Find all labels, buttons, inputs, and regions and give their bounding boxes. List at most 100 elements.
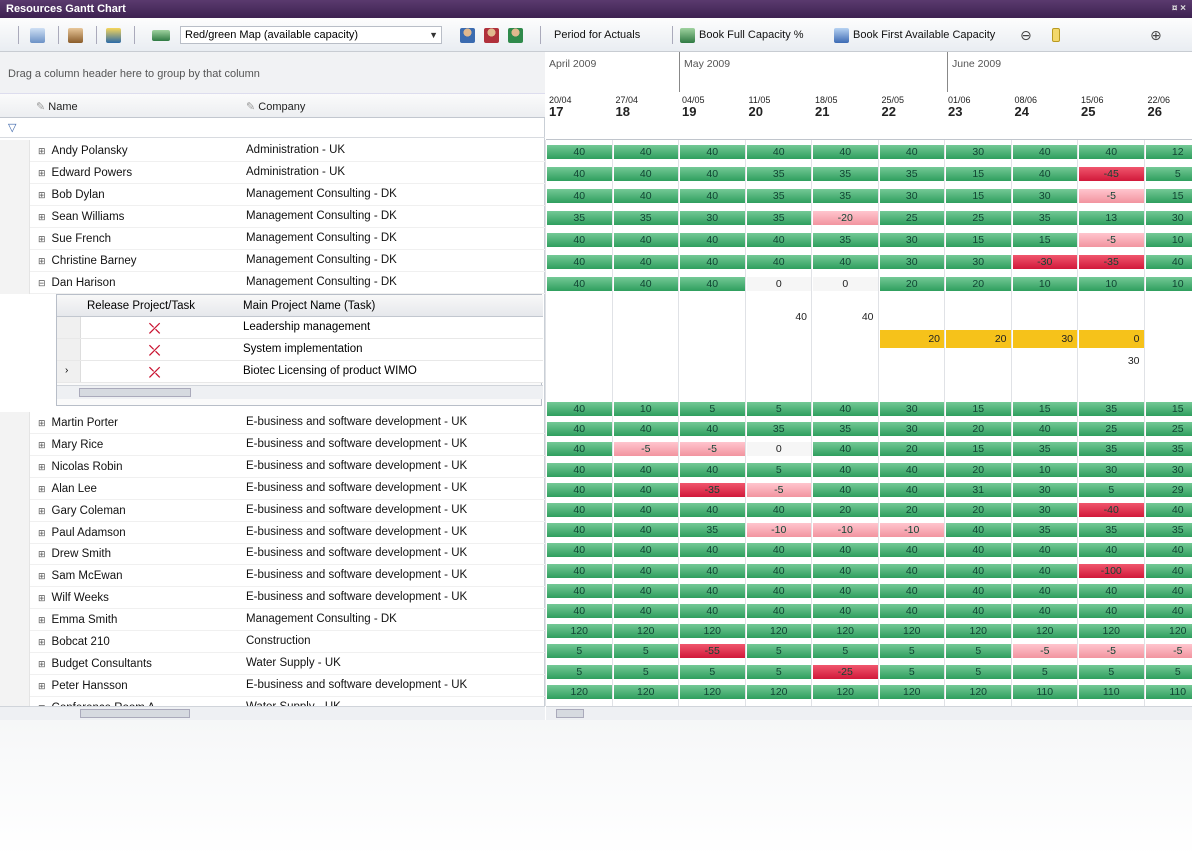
capacity-cell[interactable]: -10 [813, 523, 878, 538]
capacity-cell[interactable]: 35 [1012, 211, 1077, 225]
remove-task-icon[interactable]: ⤫ [149, 320, 165, 336]
capacity-cell[interactable]: 120 [813, 684, 878, 699]
capacity-cell[interactable]: 5 [746, 402, 811, 416]
capacity-cell[interactable]: 40 [680, 233, 745, 247]
capacity-cell[interactable]: 25 [1145, 422, 1192, 437]
capacity-cell[interactable]: 40 [813, 442, 878, 457]
expand-icon[interactable]: ⊞ [38, 549, 46, 559]
resource-row[interactable]: ⊞ Budget Consultants Water Supply - UK [0, 652, 545, 675]
capacity-cell[interactable]: 40 [879, 482, 944, 497]
capacity-cell[interactable]: 40 [547, 233, 612, 247]
capacity-cell[interactable]: 40 [613, 503, 678, 517]
week-column-header[interactable]: 27/04 18 [613, 96, 679, 119]
capacity-cell[interactable]: -5 [1012, 644, 1077, 659]
expand-icon[interactable]: ⊞ [38, 146, 46, 156]
capacity-cell[interactable]: 30 [1012, 503, 1077, 517]
capacity-cell[interactable]: 15 [946, 233, 1011, 247]
capacity-cell[interactable]: 35 [746, 167, 811, 181]
capacity-cell[interactable]: 40 [746, 583, 811, 598]
capacity-cell[interactable]: 30 [879, 402, 944, 416]
capacity-cell[interactable]: 40 [813, 563, 878, 578]
capacity-cell[interactable]: 30 [946, 255, 1011, 269]
capacity-cell[interactable]: -55 [680, 644, 745, 659]
expand-icon[interactable]: ⊞ [38, 212, 46, 222]
capacity-cell[interactable]: 35 [547, 211, 612, 225]
capacity-cell[interactable]: 40 [613, 563, 678, 578]
capacity-cell[interactable]: 15 [946, 442, 1011, 457]
scrollbar-thumb[interactable] [79, 388, 191, 397]
subgrid-scrollbar[interactable] [57, 385, 543, 399]
capacity-cell[interactable]: 40 [813, 583, 878, 598]
window-controls[interactable]: ¤ × [1172, 0, 1186, 18]
capacity-cell[interactable]: 40 [1079, 145, 1144, 159]
resource-row[interactable]: ⊞ Emma Smith Management Consulting - DK [0, 609, 545, 632]
resource-row[interactable]: ⊞ Martin Porter E-business and software de… [0, 412, 545, 434]
capacity-cell[interactable]: 120 [946, 684, 1011, 699]
capacity-cell[interactable]: -5 [1079, 233, 1144, 247]
capacity-cell[interactable]: 40 [879, 145, 944, 159]
person-blue-button[interactable] [460, 25, 479, 45]
capacity-cell[interactable]: 110 [1145, 684, 1192, 699]
capacity-cell[interactable]: 40 [1012, 563, 1077, 578]
zoom-out-button[interactable]: ⊖ [1020, 25, 1032, 45]
capacity-cell[interactable]: 40 [547, 277, 612, 291]
resource-row[interactable]: ⊞ Nicolas Robin E-business and software de… [0, 455, 545, 478]
capacity-cell[interactable]: 40 [1012, 422, 1077, 437]
capacity-cell[interactable]: 5 [879, 644, 944, 659]
capacity-cell[interactable]: 40 [746, 255, 811, 269]
capacity-cell[interactable]: 40 [547, 503, 612, 517]
expand-icon[interactable]: ⊞ [38, 234, 46, 244]
capacity-cell[interactable]: 40 [547, 583, 612, 598]
capacity-cell[interactable]: 15 [1145, 189, 1192, 203]
capacity-cell[interactable]: 35 [1012, 523, 1077, 538]
capacity-cell[interactable]: 40 [613, 604, 678, 618]
capacity-cell[interactable]: 40 [547, 442, 612, 457]
capacity-cell[interactable]: 40 [946, 604, 1011, 618]
capacity-cell[interactable]: -35 [680, 482, 745, 497]
capacity-cell[interactable]: 40 [813, 462, 878, 477]
capacity-cell[interactable]: 35 [1079, 402, 1144, 416]
company-column-header[interactable]: ✎ Company [246, 100, 305, 113]
expand-icon[interactable]: ⊞ [38, 659, 46, 669]
capacity-cell[interactable]: 31 [946, 482, 1011, 497]
capacity-cell[interactable]: 120 [1079, 624, 1144, 639]
capacity-cell[interactable]: 30 [1145, 462, 1192, 477]
capacity-cell[interactable]: 40 [813, 145, 878, 159]
capacity-cell[interactable]: 35 [1012, 442, 1077, 457]
capacity-cell[interactable]: 5 [547, 644, 612, 659]
capacity-cell[interactable]: 12 [1145, 145, 1192, 159]
capacity-cell[interactable]: 35 [1079, 523, 1144, 538]
resource-row[interactable]: ⊞ Wilf Weeks E-business and software devel… [0, 587, 545, 610]
main-project-header[interactable]: Main Project Name (Task) [243, 300, 375, 312]
capacity-cell[interactable]: 40 [613, 523, 678, 538]
capacity-cell[interactable]: -10 [879, 523, 944, 538]
task-booking-cell[interactable]: 20 [879, 330, 944, 348]
capacity-cell[interactable]: 40 [547, 543, 612, 558]
capacity-cell[interactable]: 40 [746, 543, 811, 558]
capacity-cell[interactable]: 40 [680, 167, 745, 181]
capacity-cell[interactable]: 15 [946, 402, 1011, 416]
capacity-cell[interactable]: 40 [879, 583, 944, 598]
capacity-cell[interactable]: 120 [1145, 624, 1192, 639]
capacity-cell[interactable]: 40 [946, 563, 1011, 578]
capacity-cell[interactable]: 5 [613, 644, 678, 659]
capacity-cell[interactable]: 5 [613, 664, 678, 679]
capacity-cell[interactable]: 29 [1145, 482, 1192, 497]
map-select[interactable]: Red/green Map (available capacity) ▼ [180, 26, 442, 44]
capacity-cell[interactable]: 40 [547, 604, 612, 618]
task-booking-cell[interactable]: 40 [746, 308, 811, 326]
expand-icon[interactable]: ⊞ [38, 637, 46, 647]
capacity-cell[interactable]: 30 [879, 189, 944, 203]
expand-icon[interactable]: ⊞ [38, 190, 46, 200]
capacity-cell[interactable]: 40 [547, 402, 612, 416]
capacity-cell[interactable]: 0 [746, 277, 811, 291]
map-button[interactable] [152, 25, 174, 45]
zoom-slider-handle[interactable] [1052, 28, 1060, 42]
capacity-cell[interactable]: 40 [1145, 563, 1192, 578]
capacity-cell[interactable]: 40 [680, 583, 745, 598]
expand-icon[interactable]: ⊞ [38, 593, 46, 603]
capacity-cell[interactable]: 40 [879, 462, 944, 477]
capacity-cell[interactable]: -5 [1079, 644, 1144, 659]
capacity-cell[interactable]: 40 [547, 167, 612, 181]
capacity-cell[interactable]: 10 [1145, 277, 1192, 291]
